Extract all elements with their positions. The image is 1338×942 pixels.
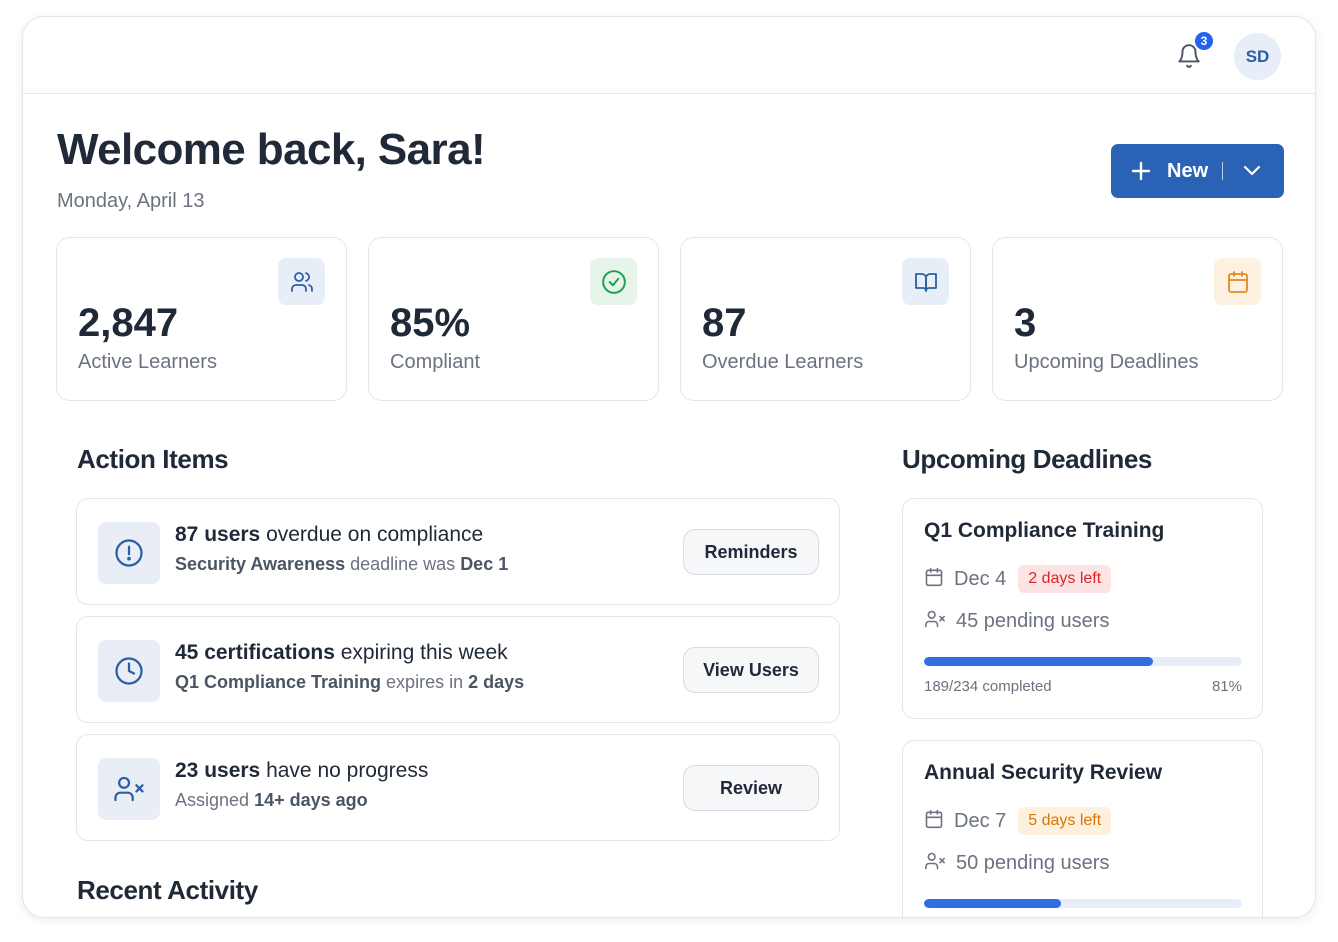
- action-item-subtext: Assigned 14+ days ago: [175, 790, 368, 810]
- deadline-date-row: Dec 7 5 days left: [924, 807, 1112, 835]
- completed-percent: 81%: [1211, 678, 1242, 695]
- deadline-date-row: Dec 4 2 days left: [924, 565, 1112, 593]
- progress-caption: 189/234 completed 81%: [924, 678, 1242, 695]
- stat-card-compliant[interactable]: 85% Compliant: [368, 237, 659, 401]
- new-button-label: New: [1167, 159, 1209, 182]
- calendar-icon: [924, 809, 944, 834]
- view-users-button[interactable]: View Users: [683, 647, 819, 693]
- user-x-icon: [924, 609, 946, 634]
- clock-icon: [98, 640, 160, 702]
- deadline-date: Dec 4: [954, 567, 1007, 590]
- users-icon: [278, 258, 325, 305]
- upcoming-deadlines-title: Upcoming Deadlines: [902, 444, 1152, 474]
- progress-bar: [924, 657, 1242, 666]
- action-item-text: 23 users have no progress: [175, 759, 429, 782]
- action-items-title: Action Items: [77, 444, 229, 474]
- alert-circle-icon: [98, 522, 160, 584]
- stat-label: Overdue Learners: [702, 351, 864, 373]
- stat-label: Upcoming Deadlines: [1014, 351, 1199, 373]
- progress-bar: [924, 899, 1242, 908]
- pending-users-row: 45 pending users: [924, 609, 1109, 634]
- button-divider: [1222, 162, 1224, 180]
- top-bar: 3 SD: [23, 17, 1315, 94]
- book-open-icon: [902, 258, 949, 305]
- action-item-subtext: Q1 Compliance Training expires in 2 days: [175, 672, 525, 692]
- chevron-down-icon[interactable]: [1243, 165, 1261, 177]
- stat-card-upcoming-deadlines[interactable]: 3 Upcoming Deadlines: [992, 237, 1283, 401]
- action-item-overdue: 87 users overdue on compliance Security …: [76, 498, 840, 605]
- app-window: 3 SD Welcome back, Sara! Monday, April 1…: [22, 16, 1316, 918]
- action-item-text: 45 certifications expiring this week: [175, 641, 508, 664]
- stat-card-overdue-learners[interactable]: 87 Overdue Learners: [680, 237, 971, 401]
- user-x-icon: [924, 851, 946, 876]
- review-button[interactable]: Review: [683, 765, 819, 811]
- days-left-badge: 2 days left: [1018, 565, 1112, 593]
- notification-badge[interactable]: 3: [1193, 30, 1215, 52]
- new-button[interactable]: New: [1111, 144, 1284, 198]
- stat-label: Active Learners: [78, 351, 217, 373]
- recent-activity-title: Recent Activity: [77, 875, 258, 905]
- stat-value: 85%: [390, 301, 471, 345]
- action-item-expiring: 45 certifications expiring this week Q1 …: [76, 616, 840, 723]
- progress-fill: [924, 899, 1061, 908]
- completed-count: 189/234 completed: [924, 678, 1052, 695]
- action-item-text: 87 users overdue on compliance: [175, 523, 484, 546]
- page-title: Welcome back, Sara!: [57, 125, 486, 174]
- progress-fill: [924, 657, 1153, 666]
- calendar-icon: [1214, 258, 1261, 305]
- pending-users: 45 pending users: [956, 610, 1110, 632]
- stat-card-active-learners[interactable]: 2,847 Active Learners: [56, 237, 347, 401]
- user-x-icon: [98, 758, 160, 820]
- days-left-badge: 5 days left: [1018, 807, 1112, 835]
- action-item-subtext: Security Awareness deadline was Dec 1: [175, 554, 509, 574]
- deadline-card-q1-compliance[interactable]: Q1 Compliance Training Dec 4 2 days left…: [902, 498, 1263, 719]
- action-item-no-progress: 23 users have no progress Assigned 14+ d…: [76, 734, 840, 841]
- avatar[interactable]: SD: [1234, 33, 1281, 80]
- calendar-icon: [924, 567, 944, 592]
- reminders-button[interactable]: Reminders: [683, 529, 819, 575]
- deadline-title: Annual Security Review: [924, 761, 1163, 784]
- stat-label: Compliant: [390, 351, 481, 373]
- deadline-title: Q1 Compliance Training: [924, 519, 1165, 542]
- deadline-card-annual-security[interactable]: Annual Security Review Dec 7 5 days left…: [902, 740, 1263, 917]
- deadline-date: Dec 7: [954, 809, 1007, 832]
- check-circle-icon: [590, 258, 637, 305]
- plus-icon: [1131, 161, 1151, 181]
- pending-users-row: 50 pending users: [924, 851, 1109, 876]
- stat-value: 2,847: [78, 301, 179, 345]
- pending-users: 50 pending users: [956, 852, 1110, 874]
- stat-value: 3: [1014, 301, 1037, 345]
- stat-value: 87: [702, 301, 747, 345]
- current-date: Monday, April 13: [57, 190, 205, 212]
